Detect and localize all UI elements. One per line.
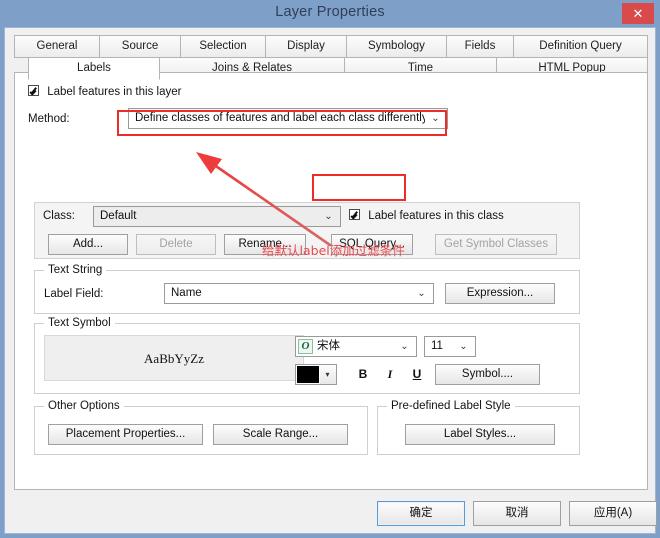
close-icon[interactable]: ✕ — [622, 3, 654, 24]
title-bar: Layer Properties ✕ — [0, 0, 660, 27]
text-symbol-group-title: Text Symbol — [44, 317, 115, 329]
sql-query-button[interactable]: SQL Query... — [331, 234, 413, 255]
font-family-value: 宋体 — [317, 340, 340, 352]
chevron-down-icon: ⌄ — [417, 288, 426, 299]
opentype-font-icon: O — [298, 339, 313, 354]
label-features-in-class-label: Label features in this class — [368, 210, 504, 222]
class-label: Class: — [43, 210, 75, 222]
chevron-down-icon: ⌄ — [459, 341, 468, 352]
tab-source[interactable]: Source — [99, 35, 181, 58]
checkmark-icon — [349, 209, 360, 220]
predefined-label-style-group: Pre-defined Label Style Label Styles... — [377, 400, 580, 455]
tab-display[interactable]: Display — [265, 35, 347, 58]
label-features-in-class-checkbox[interactable]: Label features in this class — [349, 209, 504, 222]
label-styles-button[interactable]: Label Styles... — [405, 424, 555, 445]
method-value: Define classes of features and label eac… — [135, 112, 425, 124]
dialog-body: General Source Selection Display Symbolo… — [4, 27, 657, 534]
class-value: Default — [100, 210, 137, 222]
method-dropdown[interactable]: Define classes of features and label eac… — [128, 108, 448, 129]
underline-toggle[interactable]: U — [407, 364, 427, 385]
window-title: Layer Properties — [275, 4, 385, 20]
tab-symbology[interactable]: Symbology — [346, 35, 447, 58]
predefined-label-style-group-title: Pre-defined Label Style — [387, 400, 515, 412]
label-features-in-layer-checkbox[interactable]: Label features in this layer — [28, 85, 181, 98]
tab-labels[interactable]: Labels — [28, 57, 160, 80]
bold-toggle[interactable]: B — [353, 364, 373, 385]
text-string-group: Text String Label Field: Name ⌄ Expressi… — [34, 264, 580, 314]
class-dropdown[interactable]: Default ⌄ — [93, 206, 341, 227]
text-string-group-title: Text String — [44, 264, 107, 276]
text-color-picker[interactable]: ▾ — [295, 364, 337, 385]
other-options-group-title: Other Options — [44, 400, 124, 412]
tab-selection[interactable]: Selection — [180, 35, 266, 58]
get-symbol-classes-button: Get Symbol Classes — [435, 234, 557, 255]
tab-row-1: General Source Selection Display Symbolo… — [14, 35, 648, 58]
dialog-footer: 确定 取消 应用(A) — [5, 489, 657, 533]
labels-tab-panel: Label features in this layer Method: Def… — [14, 72, 648, 490]
label-field-label: Label Field: — [44, 288, 104, 300]
color-swatch — [296, 365, 320, 384]
tab-definition-query[interactable]: Definition Query — [513, 35, 648, 58]
font-family-dropdown[interactable]: O 宋体 ⌄ — [295, 336, 417, 357]
apply-button[interactable]: 应用(A) — [569, 501, 657, 526]
chevron-down-icon: ⌄ — [400, 341, 409, 352]
checkmark-icon — [28, 85, 39, 96]
tab-general[interactable]: General — [14, 35, 100, 58]
method-label: Method: — [28, 113, 70, 125]
italic-toggle[interactable]: I — [380, 364, 400, 385]
ok-button[interactable]: 确定 — [377, 501, 465, 526]
delete-class-button: Delete — [136, 234, 216, 255]
add-class-button[interactable]: Add... — [48, 234, 128, 255]
expression-button[interactable]: Expression... — [445, 283, 555, 304]
text-symbol-group: Text Symbol AaBbYyZz O 宋体 ⌄ 11 ⌄ ▾ B I U… — [34, 317, 580, 394]
chevron-down-icon: ⌄ — [431, 113, 440, 124]
chevron-down-icon: ⌄ — [324, 211, 333, 222]
label-features-in-layer-label: Label features in this layer — [47, 86, 182, 98]
class-panel: Class: Default ⌄ Label features in this … — [34, 202, 580, 259]
symbol-button[interactable]: Symbol.... — [435, 364, 540, 385]
tab-fields[interactable]: Fields — [446, 35, 514, 58]
font-size-value: 11 — [431, 340, 443, 352]
placement-properties-button[interactable]: Placement Properties... — [48, 424, 203, 445]
other-options-group: Other Options Placement Properties... Sc… — [34, 400, 368, 455]
cancel-button[interactable]: 取消 — [473, 501, 561, 526]
label-field-value: Name — [171, 287, 202, 299]
scale-range-button[interactable]: Scale Range... — [213, 424, 348, 445]
rename-class-button[interactable]: Rename... — [224, 234, 306, 255]
layer-properties-window: Layer Properties ✕ General Source Select… — [0, 0, 660, 538]
text-symbol-preview: AaBbYyZz — [44, 335, 304, 381]
font-size-dropdown[interactable]: 11 ⌄ — [424, 336, 476, 357]
label-field-dropdown[interactable]: Name ⌄ — [164, 283, 434, 304]
chevron-down-icon: ▾ — [325, 370, 330, 379]
